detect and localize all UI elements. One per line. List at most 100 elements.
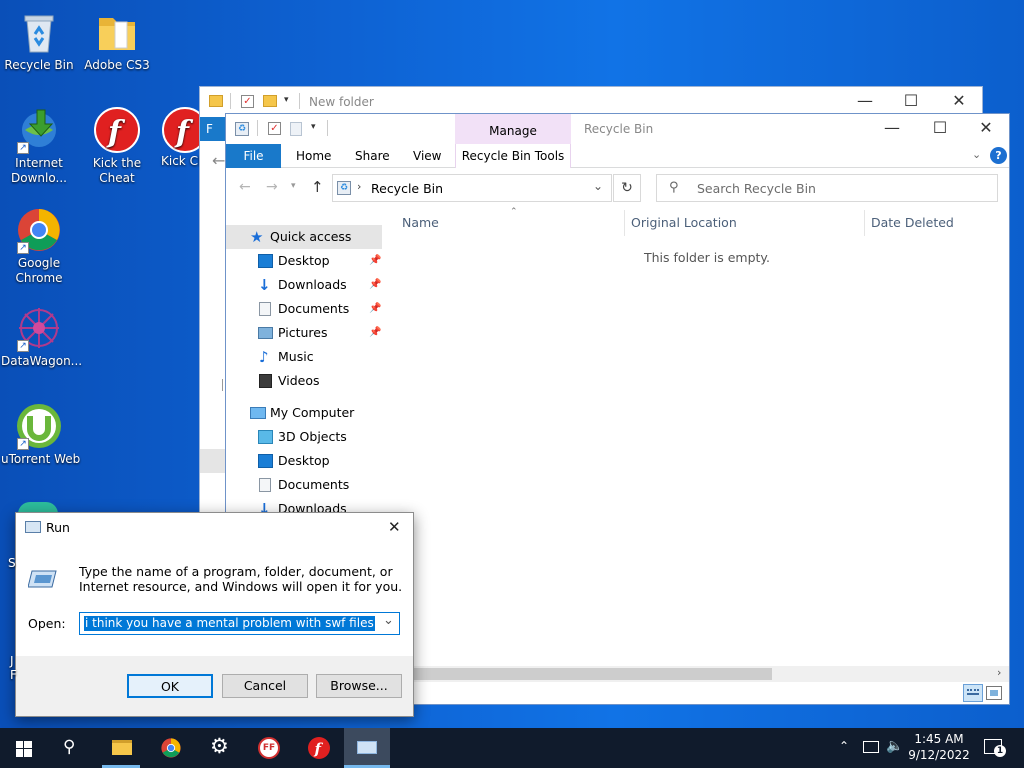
scrollbar-thumb[interactable] [412,668,772,680]
column-header-name[interactable]: Name [402,215,439,230]
column-header-original-location[interactable]: Original Location [631,215,737,230]
desktop-icon-datawagon[interactable]: ↗ DataWagon... [1,304,82,369]
star-icon: ★ [250,228,264,246]
breadcrumb-separator-icon[interactable]: › [357,180,361,193]
refresh-button[interactable]: ↻ [613,174,641,202]
cancel-button[interactable]: Cancel [222,674,308,698]
nav-item-desktop[interactable]: Desktop 📌 [226,249,382,273]
recycle-bin-icon [15,8,63,56]
maximize-button[interactable]: ☐ [917,114,963,144]
chevron-down-icon[interactable]: ▾ [311,122,316,132]
run-title-bar: Run ✕ [16,513,413,543]
nav-item-3d-objects[interactable]: 3D Objects [226,425,382,449]
back-arrow-icon[interactable]: ← [212,151,225,170]
address-bar[interactable]: ♻ › Recycle Bin ⌄ [332,174,612,202]
desktop-icon-adobe-cs3[interactable]: Adobe CS3 [79,8,155,73]
pin-icon[interactable]: 📌 [369,249,381,273]
taskbar-chrome[interactable] [148,728,194,768]
file-tab-partial[interactable]: F [200,117,226,141]
address-row: ← → ▾ ↑ ♻ › Recycle Bin ⌄ ↻ ⚲ Search Rec… [226,168,1009,208]
desktop-icon-recycle-bin[interactable]: Recycle Bin [1,8,77,73]
network-icon[interactable] [863,741,879,753]
nav-item-music[interactable]: ♪ Music [226,345,382,369]
large-icons-view-button[interactable] [986,686,1002,700]
chevron-down-icon[interactable]: ▾ [284,95,289,105]
properties-icon[interactable]: ✓ [268,122,281,135]
action-center-icon[interactable]: 1 [984,739,1006,757]
window-title: New folder [309,95,374,109]
taskbar-settings[interactable]: ⚙ [198,728,244,768]
up-arrow-icon[interactable]: ↑ [311,178,324,196]
nav-item-documents-2[interactable]: Documents [226,473,382,497]
combobox-chevron-down-icon[interactable]: ⌄ [383,613,394,628]
open-input-value[interactable]: i think you have a mental problem with s… [84,616,375,631]
documents-icon [259,302,271,316]
properties-icon[interactable]: ✓ [241,95,254,108]
tab-view[interactable]: View [413,144,441,168]
back-arrow-icon[interactable]: ← [239,179,251,195]
browse-button[interactable]: Browse... [316,674,402,698]
minimize-button[interactable]: — [869,114,915,144]
taskbar-ffdec[interactable]: FF [246,728,292,768]
tab-recycle-bin-tools[interactable]: Recycle Bin Tools [455,144,571,168]
nav-item-documents[interactable]: Documents 📌 [226,297,382,321]
tab-file[interactable]: File [226,144,281,168]
taskbar-file-explorer[interactable] [98,728,144,768]
close-button[interactable]: ✕ [963,114,1009,144]
desktop-icon-utorrent-web[interactable]: ↗ uTorrent Web [1,402,80,467]
recent-locations-chevron-icon[interactable]: ▾ [291,181,296,191]
address-dropdown-chevron-icon[interactable]: ⌄ [593,179,603,193]
close-button[interactable]: ✕ [388,518,401,536]
run-program-icon [27,569,58,589]
new-document-icon[interactable] [290,122,302,136]
address-text[interactable]: Recycle Bin [371,181,443,196]
nav-quick-access[interactable]: ★ Quick access [226,225,382,249]
documents-icon [259,478,271,492]
nav-label: My Computer [270,405,355,420]
help-icon[interactable]: ? [990,147,1007,164]
search-icon: ⚲ [63,737,76,757]
nav-item-videos[interactable]: Videos [226,369,382,393]
show-hidden-icons-chevron-icon[interactable]: ⌃ [839,739,849,753]
taskbar-run[interactable] [344,728,390,768]
pin-icon[interactable]: 📌 [369,297,381,321]
scroll-right-arrow-icon[interactable]: › [997,666,1001,679]
taskbar-flash-player[interactable]: f [296,728,342,768]
column-divider[interactable] [864,210,865,236]
new-folder-icon[interactable] [263,95,277,107]
volume-icon[interactable]: 🔈 [886,738,903,754]
nav-my-computer[interactable]: My Computer [226,401,382,425]
clock[interactable]: 1:45 AM 9/12/2022 [906,731,972,763]
horizontal-scrollbar[interactable]: › [412,666,1009,682]
desktop-icon-kick-the-cheat[interactable]: f Kick the Cheat [79,106,155,186]
tab-home[interactable]: Home [296,144,331,168]
desktop-icon-google-chrome[interactable]: ↗ Google Chrome [1,206,77,286]
pin-icon[interactable]: 📌 [369,321,381,345]
desktop-icon-internet-download[interactable]: ↗ Internet Downlo... [1,106,77,186]
manage-tab-header: Manage [455,114,571,144]
nav-item-downloads[interactable]: ↓ Downloads 📌 [226,273,382,297]
nav-label: Videos [278,373,320,388]
nav-item-desktop-2[interactable]: Desktop [226,449,382,473]
column-header-date-deleted[interactable]: Date Deleted [871,215,954,230]
nav-label: Desktop [278,453,330,468]
ffdec-icon: FF [258,737,280,759]
computer-icon [250,407,266,419]
ribbon-expand-chevron-icon[interactable]: ⌄ [972,148,981,161]
nav-item-pictures[interactable]: Pictures 📌 [226,321,382,345]
open-combobox[interactable]: i think you have a mental problem with s… [79,612,400,635]
desktop-icon-label: Kick the Cheat [92,156,142,185]
pin-icon[interactable]: 📌 [369,273,381,297]
column-divider[interactable] [624,210,625,236]
recycle-bin-small-icon: ♻ [337,181,351,195]
divider [299,93,300,109]
ok-button[interactable]: OK [127,674,213,698]
nav-selection-highlight [200,449,226,473]
forward-arrow-icon[interactable]: → [266,179,278,195]
tab-share[interactable]: Share [355,144,390,168]
search-box[interactable]: ⚲ Search Recycle Bin [656,174,998,202]
search-button[interactable]: ⚲ [48,728,94,768]
start-button[interactable] [0,728,46,768]
details-view-button[interactable] [963,684,983,702]
nav-label: Desktop [278,253,330,268]
